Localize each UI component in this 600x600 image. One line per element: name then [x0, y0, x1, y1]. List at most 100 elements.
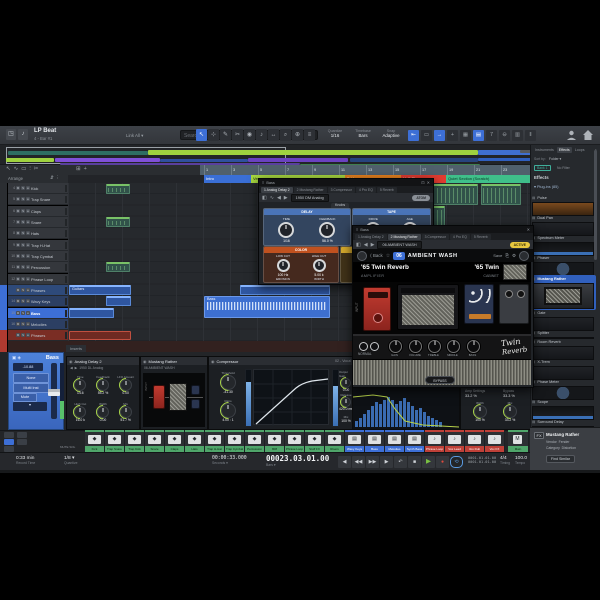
mute-button[interactable]: M	[16, 209, 20, 213]
menu-icon[interactable]: ≡	[262, 180, 264, 185]
mixer-channel-strip[interactable]: ◆ Trap Cymbal	[225, 430, 245, 452]
mixer-channel-strip[interactable]: ♪ Vox Lead	[445, 430, 465, 452]
mix-knob[interactable]: Mix 100 %	[339, 415, 353, 423]
audio-clip[interactable]	[431, 184, 478, 205]
transport-button[interactable]: ▶	[422, 456, 435, 468]
panel-preset[interactable]: 02 - Vocal	[335, 359, 351, 363]
record-arm-button[interactable]: ●	[26, 197, 30, 201]
cabinet-thumbnail[interactable]	[503, 264, 527, 280]
solo-button[interactable]: S	[21, 186, 25, 190]
chain-tab[interactable]: 1 Analog Delay 2	[261, 186, 293, 193]
track-row[interactable]: 7 M S ● Snare	[8, 217, 68, 228]
preset-select[interactable]: 1950 DM Analog	[290, 193, 329, 202]
main-time-display[interactable]: 00023.03.01.00 Bars ▾	[266, 454, 329, 467]
ratio-knob[interactable]: Ratio4.00 : 1	[215, 399, 241, 422]
mixer-channel-strip[interactable]: ▤ Melodies	[385, 430, 405, 452]
section-marker[interactable]: Quiet Section (Scratch)	[446, 175, 533, 183]
tool-button[interactable]: ⊕	[292, 129, 303, 141]
browser-scrollbar[interactable]	[594, 150, 597, 260]
mute-button[interactable]: M	[16, 322, 20, 326]
mute-button[interactable]: M	[16, 231, 20, 235]
parameter-knob[interactable]: Width0.00	[92, 402, 114, 427]
track-row[interactable]: 8 M S ● Hats	[8, 228, 68, 239]
panel-preset[interactable]: 1950 DL Analog	[79, 366, 103, 370]
record-arm-button[interactable]: ●	[26, 288, 30, 292]
record-arm-button[interactable]: ●	[26, 265, 30, 269]
output-knob[interactable]	[519, 250, 529, 261]
prev-preset-icon[interactable]: ◀	[364, 242, 368, 248]
mixer-channel-strip[interactable]: ♪ Vox Dub	[465, 430, 485, 452]
audio-clip[interactable]	[106, 217, 130, 227]
width-knob[interactable]: Width100 %	[469, 401, 491, 422]
save-button[interactable]: Save	[493, 253, 502, 258]
mute-button[interactable]: M	[16, 254, 20, 258]
mixer-channel-strip[interactable]: ◆ Stuff FX	[305, 430, 325, 452]
sort-value[interactable]: Folder ▾	[549, 157, 561, 161]
solo-button[interactable]: S	[21, 209, 25, 213]
tool-button[interactable]: ⌕	[280, 129, 291, 141]
mix-knob[interactable]: Mix33.2 %	[499, 401, 521, 422]
plugin-knob[interactable]: LOW CUT 100 Hz	[268, 254, 298, 277]
mute-button[interactable]: Mute	[13, 393, 37, 402]
view-toggle-1[interactable]	[4, 432, 14, 438]
record-arm-button[interactable]: ●	[26, 333, 30, 337]
panel-icon[interactable]: ◧	[262, 195, 267, 201]
toggle-button[interactable]: ⇤	[408, 130, 419, 141]
audio-clip[interactable]: Bass	[204, 296, 330, 318]
transport-button[interactable]: ↶	[394, 456, 407, 468]
menu-icon[interactable]: ≡	[356, 227, 358, 232]
input-knob[interactable]	[357, 250, 367, 261]
fx-block-2[interactable]	[191, 399, 200, 409]
mixer-channel-strip[interactable]: ◆ Phrase Loop	[285, 430, 305, 452]
solo-button[interactable]: S	[21, 333, 25, 337]
amplifier-name[interactable]: '65 Twin Reverb	[361, 264, 409, 271]
cabinet-name[interactable]: '65 Twin	[475, 264, 499, 271]
record-arm-button[interactable]: ●	[26, 311, 30, 315]
browser-list-item[interactable]: ▤Mustang Rather	[530, 275, 596, 310]
copy-icon[interactable]: ⎘	[505, 253, 509, 258]
power-icon[interactable]: ◉	[143, 359, 147, 364]
record-arm-button[interactable]: ●	[26, 254, 30, 258]
mixer-channel-strip[interactable]: ◆ Trap H-Hat	[205, 430, 225, 452]
filter-chip[interactable]: Bank 1	[534, 165, 551, 171]
browser-list-item[interactable]: ▤ Dual Pan	[532, 215, 594, 236]
gear-icon[interactable]: ⚙	[512, 253, 516, 259]
browser-list-item[interactable]: ▤Spectrum Meter	[532, 235, 594, 256]
amp-settings-value[interactable]: 33.2 %	[465, 394, 477, 398]
parameter-knob[interactable]: High Cut16.0 k	[69, 402, 91, 427]
wave-icon[interactable]: ∿	[270, 195, 274, 201]
tool-button[interactable]: ✂	[232, 129, 243, 141]
gain-readout[interactable]: -10.88	[13, 363, 43, 371]
sort-icons[interactable]: ⇵ ⋮	[50, 175, 60, 181]
mixer-channel-strip[interactable]: ◆ 808	[265, 430, 285, 452]
toggle-button[interactable]: ⊖	[499, 130, 510, 141]
mixer-channel-strip[interactable]: ◆ Trap Kick	[125, 430, 145, 452]
close-icon[interactable]: ✕	[527, 227, 530, 232]
toolbar-dropdown[interactable]: Quantize 1/16	[322, 129, 348, 138]
browser-list-item[interactable]: ▤Room Reverb	[532, 339, 594, 360]
view-toggle-4[interactable]	[17, 432, 27, 438]
record-arm-button[interactable]: ●	[26, 243, 30, 247]
track-row[interactable]: M S ● Phrases	[8, 330, 68, 341]
bypass-value[interactable]: 33.3 %	[503, 394, 515, 398]
back-button[interactable]: ⟨ Back	[370, 253, 383, 259]
tool-button[interactable]: ↔	[268, 129, 279, 141]
mixer-channel-strip[interactable]: ▤ Synth Bass	[405, 430, 425, 452]
solo-button[interactable]: S	[21, 243, 25, 247]
toolbar-dropdown[interactable]: Snap Adaptive	[378, 129, 404, 138]
transport-button[interactable]: ▶	[380, 456, 393, 468]
pedal-block[interactable]	[153, 385, 165, 409]
mute-button[interactable]: M	[16, 333, 20, 337]
plugin-knob[interactable]: EROSION0.0 %	[268, 277, 298, 282]
tempo-display[interactable]: 100.0 Tempo	[515, 456, 527, 465]
chain-tab[interactable]: 5 Reverb	[470, 233, 491, 240]
toggle-button[interactable]: ▭	[421, 130, 432, 141]
audio-clip[interactable]	[69, 331, 131, 340]
track-row[interactable]: 12 M S ● Phrase Loop	[8, 274, 68, 285]
pin-icon[interactable]: ⊡	[421, 180, 424, 185]
window-menu-icon[interactable]: ◳	[6, 129, 16, 140]
amp-head[interactable]	[397, 284, 459, 330]
solo-button[interactable]: S	[21, 231, 25, 235]
output-gain-knob[interactable]: Output Gain 0.00	[339, 370, 353, 392]
parameter-knob[interactable]: LFO Amount 0.00	[115, 375, 137, 400]
